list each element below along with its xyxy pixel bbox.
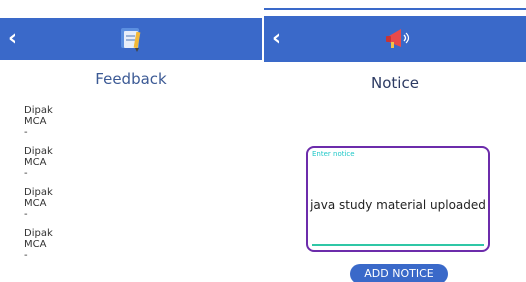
list-item[interactable]: Dipak MCA -	[24, 105, 224, 146]
feedback-message: -	[24, 127, 28, 138]
back-button[interactable]: ‹	[8, 26, 34, 52]
megaphone-icon	[386, 29, 410, 48]
feedback-name: Dipak	[24, 105, 53, 116]
feedback-message: -	[24, 209, 28, 220]
feedback-course: MCA	[24, 116, 47, 127]
list-item[interactable]: Dipak MCA -	[24, 146, 224, 187]
feedback-notepad-icon	[121, 28, 141, 52]
notice-field-label: Enter notice	[312, 150, 355, 158]
back-button[interactable]: ‹	[272, 26, 298, 52]
chevron-left-icon: ‹	[8, 26, 18, 51]
page-title: Notice	[371, 74, 419, 92]
list-item[interactable]: Dipak MCA -	[24, 187, 224, 228]
feedback-name: Dipak	[24, 187, 53, 198]
notice-field-value[interactable]: java study material uploaded	[308, 198, 488, 212]
chevron-left-icon: ‹	[272, 26, 282, 51]
app-bar: ‹	[264, 16, 526, 62]
app-bar: ‹	[0, 18, 262, 60]
input-underline	[312, 244, 484, 246]
add-notice-button[interactable]: ADD NOTICE	[350, 264, 448, 282]
feedback-screen: ‹ Feedback Dipak MCA - Dipak MCA - Dipak…	[0, 0, 262, 282]
feedback-course: MCA	[24, 198, 47, 209]
feedback-message: -	[24, 168, 28, 179]
feedback-name: Dipak	[24, 228, 53, 239]
page-title: Feedback	[95, 70, 167, 88]
feedback-course: MCA	[24, 157, 47, 168]
status-divider	[264, 8, 526, 10]
notice-screen: ‹ Notice Enter notice java study materia…	[264, 0, 526, 282]
list-item[interactable]: Dipak MCA -	[24, 228, 224, 269]
notice-input-box[interactable]: Enter notice java study material uploade…	[306, 146, 490, 252]
feedback-message: -	[24, 250, 28, 261]
feedback-course: MCA	[24, 239, 47, 250]
feedback-list: Dipak MCA - Dipak MCA - Dipak MCA - Dipa…	[24, 105, 224, 269]
feedback-name: Dipak	[24, 146, 53, 157]
